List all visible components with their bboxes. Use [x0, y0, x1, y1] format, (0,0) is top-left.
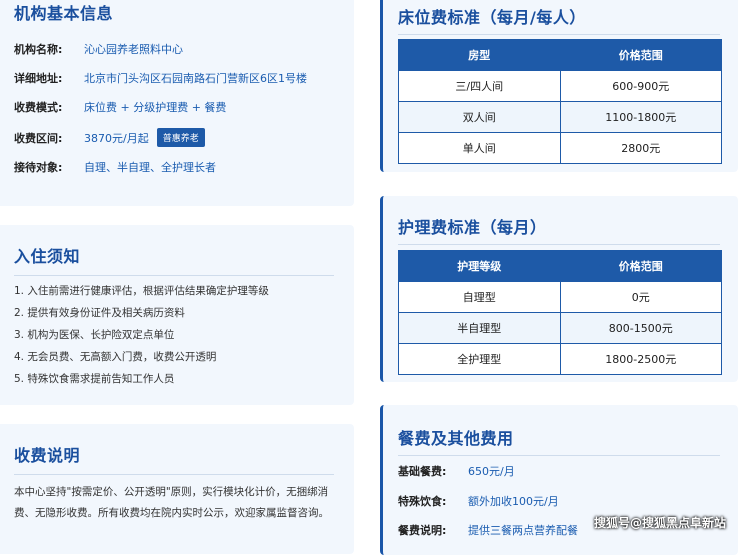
- bed-fee-card: 床位费标准（每月/每人） 房型 价格范围 三/四人间 600-900元 双人间 110…: [380, 0, 738, 172]
- care-fee-title: 护理费标准（每月）: [398, 214, 720, 245]
- basic-info-title: 机构基本信息: [14, 4, 114, 23]
- meal-fee-card: 餐费及其他费用 基础餐费: 650元/月 特殊饮食: 额外加收100元/月 餐费说明…: [380, 405, 738, 555]
- table-row: 单人间 2800元: [398, 132, 722, 164]
- table-row: 全护理型 1800-2500元: [398, 343, 722, 375]
- table-row: 双人间 1100-1800元: [398, 101, 722, 133]
- admission-card: 入住须知 1. 入住前需进行健康评估，根据评估结果确定护理等级 2. 提供有效身…: [0, 225, 354, 405]
- info-row-address: 详细地址: 北京市门头沟区石园南路石门营新区6区1号楼: [14, 72, 307, 85]
- fee-note-card: 收费说明 本中心坚持"按需定价、公开透明"原则，实行模块化计价，无捆绑消费、无隐…: [0, 424, 354, 554]
- fee-note-title: 收费说明: [14, 442, 334, 475]
- basic-info-card: 机构基本信息 机构名称: 沁心园养老照料中心 详细地址: 北京市门头沟区石园南路石门…: [0, 0, 354, 206]
- list-item: 2. 提供有效身份证件及相关病历资料: [14, 307, 185, 319]
- table-row: 自理型 0元: [398, 281, 722, 313]
- meal-fee-title: 餐费及其他费用: [398, 425, 720, 456]
- info-row-name: 机构名称: 沁心园养老照料中心: [14, 43, 183, 56]
- table-header: 房型: [398, 39, 561, 71]
- care-fee-card: 护理费标准（每月） 护理等级 价格范围 自理型 0元 半自理型 800-1500元 全…: [380, 196, 738, 382]
- list-item: 4. 无会员费、无高额入门费，收费公开透明: [14, 351, 217, 363]
- admission-title: 入住须知: [14, 243, 334, 276]
- status-badge: 普惠养老: [156, 128, 205, 147]
- table-row: 三/四人间 600-900元: [398, 70, 722, 102]
- admission-list: 1. 入住前需进行健康评估，根据评估结果确定护理等级 2. 提供有效身份证件及相…: [14, 280, 269, 390]
- list-item: 1. 入住前需进行健康评估，根据评估结果确定护理等级: [14, 285, 269, 297]
- table-row: 半自理型 800-1500元: [398, 312, 722, 344]
- care-fee-table: 护理等级 价格范围 自理型 0元 半自理型 800-1500元 全护理型 1800-25…: [398, 250, 722, 375]
- list-item: 3. 机构为医保、长护险双定点单位: [14, 329, 175, 341]
- bed-fee-title: 床位费标准（每月/每人）: [398, 4, 720, 35]
- table-header: 价格范围: [559, 250, 722, 282]
- list-item: 5. 特殊饮食需求提前告知工作人员: [14, 373, 175, 385]
- info-row-model: 收费模式: 床位费 + 分级护理费 + 餐费: [14, 101, 227, 114]
- fee-note-text: 本中心坚持"按需定价、公开透明"原则，实行模块化计价，无捆绑消费、无隐形收费。所…: [14, 486, 329, 519]
- meal-row-note: 餐费说明: 提供三餐两点营养配餐: [398, 524, 578, 537]
- meal-row-special: 特殊饮食: 额外加收100元/月: [398, 495, 559, 508]
- meal-row-basic: 基础餐费: 650元/月: [398, 465, 515, 478]
- info-row-range: 收费区间: 3870元/月起 普惠养老: [14, 128, 205, 147]
- info-row-target: 接待对象: 自理、半自理、全护理长者: [14, 161, 216, 174]
- watermark: 搜狐号@搜狐黑点阜新站: [593, 516, 726, 530]
- table-header: 护理等级: [398, 250, 561, 282]
- table-header: 价格范围: [559, 39, 722, 71]
- bed-fee-table: 房型 价格范围 三/四人间 600-900元 双人间 1100-1800元 单人间 28…: [398, 39, 722, 164]
